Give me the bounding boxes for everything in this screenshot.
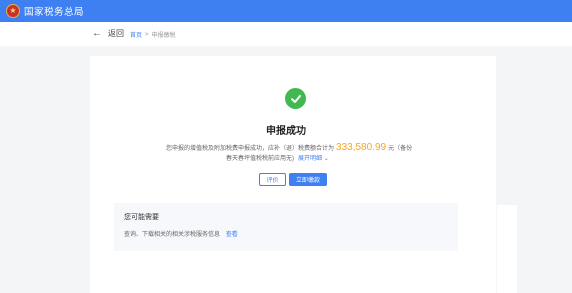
back-button[interactable]: ← 返回 (92, 28, 124, 39)
suggestion-text: 查询、下载相关的相关涉税服务信息 (124, 232, 221, 238)
desc-line2: 春天春坪值税税前应用无) (226, 156, 294, 162)
back-label: 返回 (108, 29, 124, 38)
desc-prefix: 您申报的增值税及附加税费申报成功，应补（退）税费额合计为 (166, 146, 335, 152)
breadcrumb-home[interactable]: 首页 (130, 30, 142, 39)
rate-button[interactable]: 评价 (259, 173, 286, 186)
tax-amount: 333,580.99 (336, 142, 387, 153)
pay-now-button[interactable]: 立即缴款 (289, 173, 327, 186)
suggestion-view-link[interactable]: 查看 (226, 232, 238, 238)
side-panel (497, 205, 517, 293)
result-description-line2: 春天春坪值税税前应用无) 展开明细 ⌄ (226, 153, 329, 162)
arrow-left-icon: ← (92, 27, 102, 39)
app-title: 国家税务总局 (24, 7, 85, 18)
result-description: 您申报的增值税及附加税费申报成功，应补（退）税费额合计为 333,580.99 … (166, 142, 412, 153)
breadcrumb: 首页 > 申报缴税 (130, 30, 176, 40)
chevron-down-icon: ⌄ (323, 156, 329, 162)
success-check-icon (285, 88, 306, 109)
breadcrumb-separator: > (145, 31, 149, 38)
nav-bar: ← 返回 首页 > 申报缴税 (0, 22, 572, 46)
expand-details-link[interactable]: 展开明细 ⌄ (298, 153, 329, 162)
expand-label: 展开明细 (298, 156, 323, 162)
suggestions-title: 您可能需要 (124, 214, 159, 221)
desc-suffix: 元（备份 (388, 146, 413, 152)
result-title: 申报成功 (266, 126, 306, 137)
breadcrumb-current: 申报缴税 (151, 33, 176, 39)
national-emblem-icon: ★ (6, 4, 20, 18)
top-bar: ★ 国家税务总局 (0, 0, 572, 22)
suggestions-panel: 您可能需要 查询、下载相关的相关涉税服务信息 查看 (114, 203, 458, 251)
suggestion-item: 查询、下载相关的相关涉税服务信息 查看 (124, 229, 238, 238)
